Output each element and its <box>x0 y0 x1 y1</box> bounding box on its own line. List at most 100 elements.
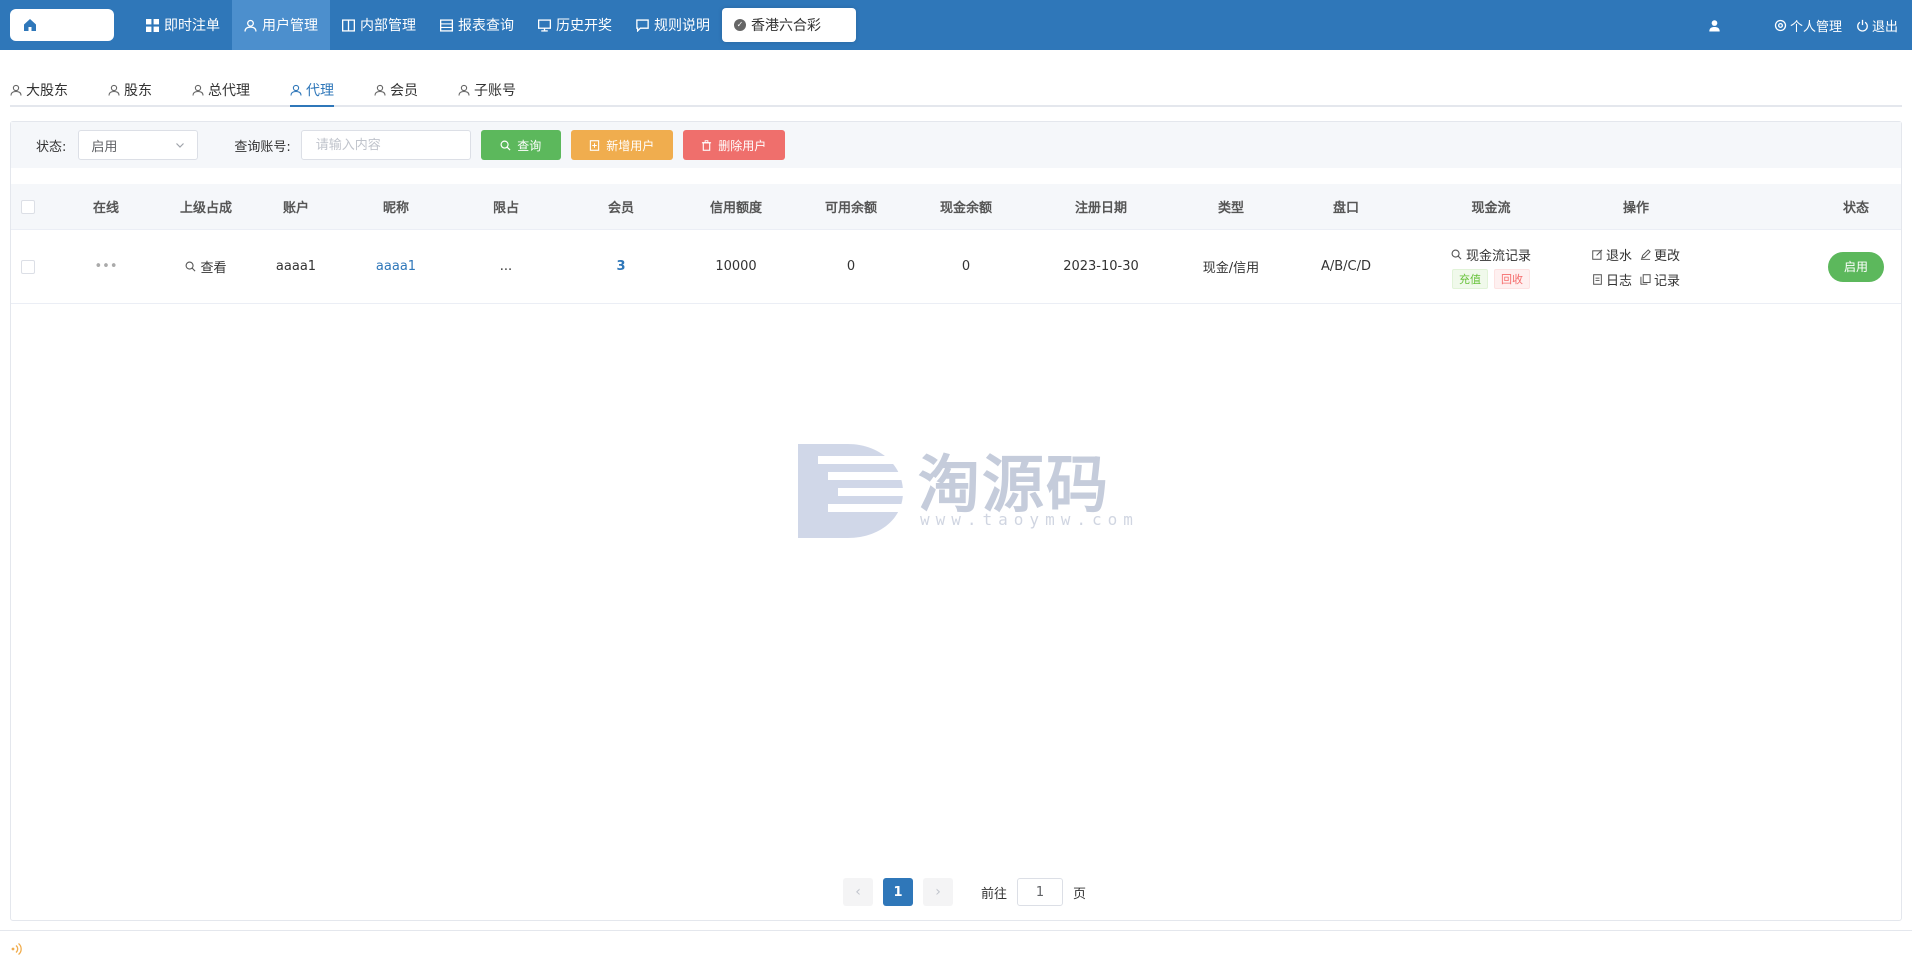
header-status: 状态 <box>1842 201 1869 216</box>
members-count-link[interactable]: 3 <box>586 230 656 303</box>
trash-icon <box>702 139 712 151</box>
edit-square-icon <box>1592 249 1603 260</box>
tab-agent[interactable]: 代理 <box>290 74 334 107</box>
nav-draw-history[interactable]: 历史开奖 <box>526 0 624 50</box>
table-row: ••• 查看 aaaa1 aaaa1 ... 3 10000 0 0 2023-… <box>11 230 1901 304</box>
header-parent-share: 上级占成 <box>179 201 232 216</box>
log-button[interactable]: 日志 <box>1592 270 1632 289</box>
header-nickname: 昵称 <box>382 201 409 216</box>
header-limit: 限占 <box>492 201 519 216</box>
nav-label: 规则说明 <box>654 18 710 34</box>
nav-rules[interactable]: 规则说明 <box>624 0 722 50</box>
search-icon <box>500 140 511 151</box>
delete-user-button[interactable]: 删除用户 <box>682 130 785 160</box>
add-user-button-label: 新增用户 <box>606 138 655 153</box>
user-icon <box>10 84 22 96</box>
user-icon <box>108 84 120 96</box>
lottery-name: 香港六合彩 <box>751 18 821 34</box>
row-select-cell <box>11 230 45 303</box>
available-balance-cell: 0 <box>846 259 856 274</box>
tab-shareholder[interactable]: 股东 <box>108 74 152 105</box>
nav-internal-management[interactable]: 内部管理 <box>330 0 428 50</box>
delete-user-button-label: 删除用户 <box>718 138 767 153</box>
logout-label: 退出 <box>1871 19 1898 35</box>
select-all-checkbox[interactable] <box>21 199 35 214</box>
user-icon <box>192 84 204 96</box>
top-right-menu: 个人管理 退出 <box>1686 0 1898 50</box>
pencil-icon <box>1640 248 1651 260</box>
next-page-button[interactable]: › <box>923 878 953 906</box>
nav-label: 报表查询 <box>458 18 514 34</box>
limit-cell[interactable]: ... <box>471 230 541 303</box>
recycle-button[interactable]: 回收 <box>1494 268 1530 289</box>
header-account: 账户 <box>282 201 309 216</box>
nav-label: 即时注单 <box>164 18 220 34</box>
page-1-button[interactable]: 1 <box>883 878 913 906</box>
document-icon <box>1593 273 1602 285</box>
user-avatar-button[interactable] <box>1708 19 1724 32</box>
main-nav: 即时注单 用户管理 内部管理 报表查询 历史开奖 规则说明 <box>134 0 722 50</box>
search-icon <box>186 261 196 272</box>
copy-icon <box>1640 273 1651 285</box>
cashflow-record-link[interactable]: 现金流记录 <box>1451 245 1531 264</box>
header-available: 可用余额 <box>824 201 877 216</box>
user-icon <box>1709 19 1720 31</box>
nav-report-query[interactable]: 报表查询 <box>428 0 526 50</box>
rebate-button[interactable]: 退水 <box>1592 245 1632 264</box>
home-icon <box>24 19 36 31</box>
profile-management-link[interactable]: 个人管理 <box>1774 16 1842 35</box>
header-credit: 信用额度 <box>709 201 762 216</box>
search-button[interactable]: 查询 <box>480 130 561 160</box>
document-add-icon <box>590 139 600 151</box>
status-select[interactable]: 启用 <box>78 130 199 160</box>
recharge-button[interactable]: 充值 <box>1452 268 1488 289</box>
nav-instant-bets[interactable]: 即时注单 <box>134 0 232 50</box>
power-icon <box>1857 19 1868 32</box>
status-label: 状态: <box>36 139 67 155</box>
tab-sub-account[interactable]: 子账号 <box>458 74 516 105</box>
row-checkbox[interactable] <box>21 259 35 274</box>
grid-icon <box>146 18 159 32</box>
tab-major-shareholder[interactable]: 大股东 <box>10 74 68 105</box>
prev-page-button[interactable]: ‹ <box>843 878 873 906</box>
table-icon <box>440 18 453 32</box>
user-icon <box>458 84 470 96</box>
home-button[interactable] <box>10 9 114 41</box>
tab-member[interactable]: 会员 <box>374 74 418 105</box>
parent-share-label: 查看 <box>200 261 227 276</box>
lottery-selector[interactable]: ✓ 香港六合彩 <box>722 8 856 42</box>
nav-label: 内部管理 <box>360 18 416 34</box>
nickname-link[interactable]: aaaa1 <box>361 230 431 303</box>
edit-button[interactable]: 更改 <box>1640 245 1680 264</box>
header-members: 会员 <box>607 201 634 216</box>
user-icon <box>374 84 386 96</box>
record-button[interactable]: 记录 <box>1640 270 1680 289</box>
add-user-button[interactable]: 新增用户 <box>570 130 673 160</box>
broadcast-icon[interactable] <box>10 942 24 956</box>
nav-label: 历史开奖 <box>556 18 612 34</box>
header-plate: 盘口 <box>1332 201 1359 216</box>
goto-page-input[interactable] <box>1017 878 1064 906</box>
account-search-input[interactable] <box>300 130 471 160</box>
parent-share-link[interactable]: 查看 <box>161 230 251 303</box>
header-online: 在线 <box>92 201 119 216</box>
tab-label: 子账号 <box>474 82 516 99</box>
settings-icon <box>1774 19 1787 31</box>
status-toggle-button[interactable]: 启用 <box>1828 251 1884 282</box>
monitor-icon <box>538 18 551 32</box>
profile-management-label: 个人管理 <box>1789 19 1842 35</box>
tab-general-agent[interactable]: 总代理 <box>192 74 250 105</box>
query-account-label: 查询账号: <box>234 139 291 155</box>
plate-cell: A/B/C/D <box>1320 259 1372 274</box>
filter-bar: 状态: 启用 查询账号: 查询 新增用户 删除用户 <box>11 122 1901 168</box>
table-header: 在线 上级占成 账户 昵称 限占 会员 信用额度 可用余额 现金余额 注册日期 … <box>11 184 1901 230</box>
tab-label: 代理 <box>306 82 334 99</box>
logout-link[interactable]: 退出 <box>1856 16 1898 35</box>
edit-label: 更改 <box>1654 248 1681 264</box>
cash-balance-cell: 0 <box>961 259 971 274</box>
type-cell: 现金/信用 <box>1202 261 1260 276</box>
user-icon <box>290 84 302 96</box>
nav-user-management[interactable]: 用户管理 <box>232 0 330 50</box>
status-cell: 启用 <box>1811 230 1901 303</box>
nav-label: 用户管理 <box>262 18 318 34</box>
